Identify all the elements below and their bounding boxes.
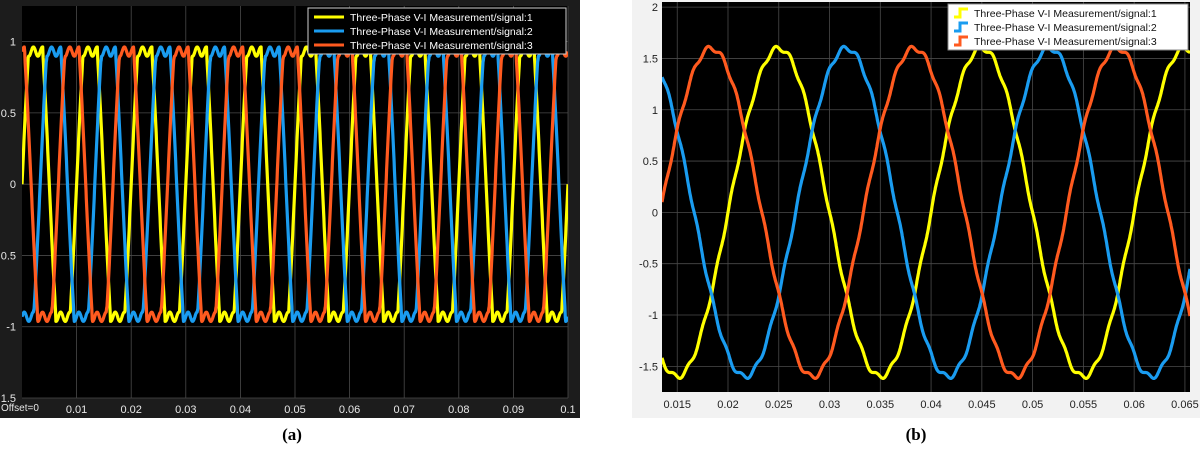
legend-label-1: Three-Phase V-I Measurement/signal:1 — [350, 12, 533, 24]
chart-a-svg: 0.01 0.02 0.03 0.04 0.05 0.06 0.07 0.08 0.09 0.1 1… — [0, 0, 580, 418]
y-tick-label: 0.5 — [1, 108, 16, 120]
x-tick-label: 0.01 — [66, 404, 87, 416]
y-tick-label: 0.5 — [643, 156, 658, 168]
y-tick-label: 0.5 — [1, 250, 16, 262]
x-tick-label: 0.045 — [968, 399, 996, 411]
legend-label-1: Three-Phase V-I Measurement/signal:1 — [974, 8, 1157, 20]
x-tick-label: 0.02 — [120, 404, 141, 416]
x-tick-label: 0.05 — [1022, 399, 1043, 411]
y-tick-label: -1.5 — [639, 361, 658, 373]
y-tick-label: 0 — [652, 207, 658, 219]
x-tick-label: 0.03 — [819, 399, 840, 411]
chart-panel-a: 0.01 0.02 0.03 0.04 0.05 0.06 0.07 0.08 0.09 0.1 1… — [0, 0, 580, 418]
x-tick-label: 0.025 — [765, 399, 793, 411]
y-tick-label: 1 — [10, 37, 16, 49]
x-tick-label: 0.07 — [393, 404, 414, 416]
panel-label-a: (a) — [282, 425, 302, 444]
legend-label-2: Three-Phase V-I Measurement/signal:2 — [974, 22, 1157, 34]
x-tick-label: 0.04 — [230, 404, 251, 416]
y-tick-label: 1 — [652, 105, 658, 117]
legend-label-2: Three-Phase V-I Measurement/signal:2 — [350, 26, 533, 38]
y-tick-label: 2 — [652, 2, 658, 14]
x-tick-label: 0.015 — [663, 399, 691, 411]
x-tick-label: 0.055 — [1070, 399, 1098, 411]
legend-label-3: Three-Phase V-I Measurement/signal:3 — [350, 40, 533, 52]
y-tick-label: -1 — [648, 310, 658, 322]
y-tick-label: -1 — [6, 322, 16, 334]
chart-b-svg: 0.015 0.02 0.025 0.03 0.035 0.04 0.045 0.05 0.05… — [632, 0, 1200, 418]
x-tick-label: 0.06 — [1123, 399, 1144, 411]
x-tick-label: 0.09 — [503, 404, 524, 416]
legend-label-3: Three-Phase V-I Measurement/signal:3 — [974, 36, 1157, 48]
y-tick-label: -0.5 — [639, 259, 658, 271]
offset-label: Offset=0 — [1, 403, 39, 414]
x-tick-label: 0.05 — [284, 404, 305, 416]
x-tick-label: 0.04 — [920, 399, 941, 411]
x-tick-label: 0.035 — [867, 399, 895, 411]
y-tick-label: 1.5 — [643, 53, 658, 65]
x-tick-label: 0.1 — [560, 404, 575, 416]
y-tick-label: 0 — [10, 179, 16, 191]
x-tick-label: 0.02 — [717, 399, 738, 411]
x-tick-label: 0.03 — [175, 404, 196, 416]
chart-panel-b: 0.015 0.02 0.025 0.03 0.035 0.04 0.045 0.05 0.05… — [632, 0, 1200, 418]
x-tick-label: 0.08 — [448, 404, 469, 416]
x-tick-label: 0.06 — [339, 404, 360, 416]
x-tick-label: 0.065 — [1171, 399, 1199, 411]
panel-label-b: (b) — [905, 425, 927, 444]
